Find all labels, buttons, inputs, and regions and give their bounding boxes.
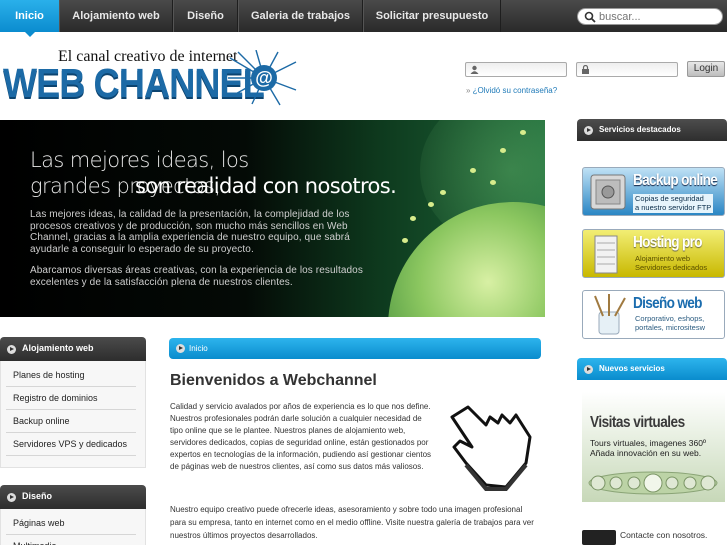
sidebar-item-multimedia[interactable]: Multimedia [6,535,136,545]
nav-item-alojamiento[interactable]: Alojamiento web [59,0,173,32]
new-services-label: Nuevos servicios [599,364,665,373]
arrow-bullet-icon [584,126,593,135]
server-icon [594,235,618,274]
brushes-jar-icon [594,294,626,335]
promo-subtitle: Copias de seguridad a nuestro servidor FT… [633,194,714,213]
promo-line: a nuestro servidor FTP [635,202,712,212]
promo-title: Hosting pro [633,234,703,251]
search-box [577,8,723,25]
sidebar-item-registro-dominios[interactable]: Registro de dominios [6,387,136,410]
nav-item-inicio[interactable]: Inicio [0,0,59,37]
intro-paragraph: Calidad y servicio avalados por años de … [170,402,432,471]
breadcrumb-home-link[interactable]: Inicio [189,344,208,353]
sidebar-header-label: Alojamiento web [22,343,94,353]
sidebar-header-label: Diseño [22,491,53,501]
username-field[interactable] [465,62,567,77]
promo-diseno-web[interactable]: Diseño web Corporativo, eshops, portales,… [582,290,725,339]
promo-backup-online[interactable]: Backup online Copias de seguridad a nuest… [582,167,725,216]
sidebar-header-alojamiento: Alojamiento web [0,337,146,361]
promo-line: portales, micrositesw [635,322,706,332]
arrow-bullet-icon [7,345,16,354]
search-icon [584,11,596,23]
breadcrumb: Inicio [169,338,541,359]
contact-label: Contacte con nosotros. [620,530,708,540]
sidebar-item-planes-hosting[interactable]: Planes de hosting [6,364,136,387]
promo-line: Servidores dedicados [635,262,708,272]
promo-title: Backup online [633,172,718,189]
lock-icon [582,65,589,74]
pointing-hand-cursor-icon [450,405,532,491]
nav-item-presupuesto[interactable]: Solicitar presupuesto [363,0,501,32]
promo-hosting-pro[interactable]: Hosting pro Alojamiento web Servidores de… [582,229,725,278]
tour-controls-icon [588,471,718,495]
sidebar-list-alojamiento: Planes de hosting Registro de dominios B… [6,364,136,456]
nav-item-diseno[interactable]: Diseño [173,0,238,32]
login-button[interactable]: Login [687,61,725,77]
top-navigation: Inicio Alojamiento web Diseño Galeria de… [0,0,727,37]
promo-subtitle: Corporativo, eshops, portales, microsites… [635,314,706,332]
user-icon [470,65,479,74]
hero-banner: Las mejores ideas, los grandes proyectos… [0,120,545,317]
contact-link[interactable]: Contacte con nosotros. [582,528,725,545]
promo-subtitle: Tours virtuales, imagenes 360º Añada inno… [590,438,706,458]
sidebar-item-servidores-vps[interactable]: Servidores VPS y dedicados [6,433,136,456]
hero-headline-bold: son realidad con nosotros. [135,174,397,198]
arrow-bullet-icon [584,365,593,374]
sidebar-item-paginas-web[interactable]: Páginas web [6,512,136,535]
sidebar-item-backup-online[interactable]: Backup online [6,410,136,433]
hero-paragraph-2: Abarcamos diversas áreas creativas, con … [30,265,363,288]
featured-services-label: Servicios destacados [599,125,681,134]
forgot-password-label: ¿Olvidó su contraseña? [472,86,558,95]
search-input[interactable] [599,10,717,24]
double-chevron-icon: » [466,86,473,95]
sidebar-header-diseno: Diseño [0,485,146,509]
new-services-header: Nuevos servicios [577,358,727,380]
forgot-password-link[interactable]: » ¿Olvidó su contraseña? [466,86,557,95]
nav-item-galeria[interactable]: Galeria de trabajos [238,0,363,32]
phone-icon [582,530,616,545]
at-sign-logo-icon: @ [228,50,297,106]
featured-services-header: Servicios destacados [577,119,727,141]
hero-paragraph-1: Las mejores ideas, la calidad de la pres… [30,209,350,255]
hero-headline: Las mejores ideas, los grandes proyectos… [30,147,397,199]
promo-title: Diseño web [633,295,702,312]
promo-line: Añada innovación en su web. [590,448,702,458]
promo-title: Visitas virtuales [590,414,685,431]
promo-subtitle: Alojamiento web Servidores dedicados [635,254,708,272]
password-field[interactable] [576,62,678,77]
safe-icon [590,174,626,210]
site-logo[interactable]: WEB CHANNEL [3,60,265,107]
svg-text:@: @ [255,68,273,88]
page-title: Bienvenidos a Webchannel [170,372,377,389]
arrow-bullet-icon [176,344,185,353]
sidebar-list-diseno: Páginas web Multimedia [6,512,136,545]
creative-paragraph: Nuestro equipo creativo puede ofrecerle … [170,505,534,540]
promo-line: Tours virtuales, imagenes 360º [590,438,707,448]
arrow-bullet-icon [7,493,16,502]
promo-visitas-virtuales[interactable]: Visitas virtuales Tours virtuales, image… [582,392,725,502]
